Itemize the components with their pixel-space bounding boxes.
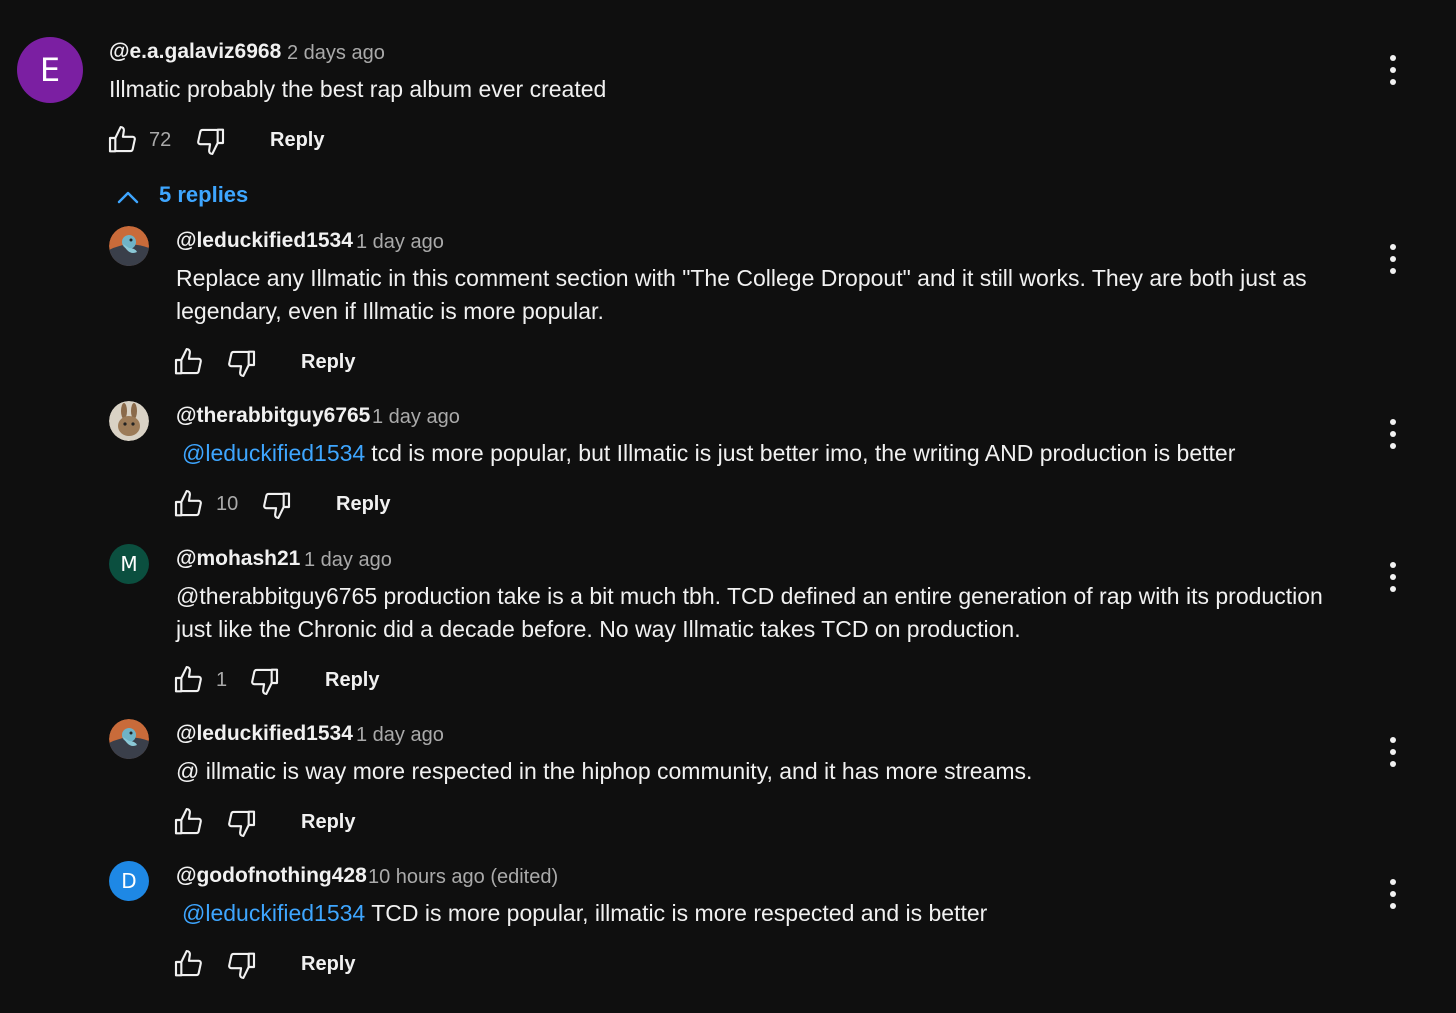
more-vert-icon[interactable] bbox=[1381, 241, 1405, 277]
comment-text: Illmatic probably the best rap album eve… bbox=[109, 76, 607, 102]
comment-text: @leduckified1534 tcd is more popular, but… bbox=[176, 437, 1356, 470]
thumb-up-icon[interactable] bbox=[172, 806, 204, 838]
duck-avatar-image bbox=[109, 719, 149, 759]
thumb-down-icon[interactable] bbox=[195, 125, 227, 157]
comment-author[interactable]: @mohash21 bbox=[176, 547, 300, 571]
more-vert-icon[interactable] bbox=[1381, 876, 1405, 912]
reply-button[interactable]: Reply bbox=[301, 811, 355, 834]
chevron-up-icon bbox=[117, 191, 139, 204]
thumb-up-icon[interactable] bbox=[172, 488, 204, 520]
mention-link[interactable]: @leduckified1534 bbox=[182, 440, 365, 466]
more-vert-icon[interactable] bbox=[1381, 734, 1405, 770]
comment-author[interactable]: @therabbitguy6765 bbox=[176, 404, 370, 428]
reply-button[interactable]: Reply bbox=[325, 669, 379, 692]
replies-toggle[interactable]: 5 replies bbox=[115, 182, 255, 212]
thumb-down-icon[interactable] bbox=[249, 665, 281, 697]
thumb-down-icon[interactable] bbox=[226, 347, 258, 379]
like-count: 10 bbox=[216, 493, 239, 515]
comment-timestamp[interactable]: 10 hours ago (edited) bbox=[368, 866, 558, 889]
avatar[interactable]: D bbox=[109, 861, 149, 901]
comment-author[interactable]: @e.a.galaviz6968 bbox=[109, 40, 281, 64]
thumb-up-icon[interactable] bbox=[172, 948, 204, 980]
thumb-up-icon[interactable] bbox=[106, 124, 138, 156]
thumb-up-icon[interactable] bbox=[172, 664, 204, 696]
more-vert-icon[interactable] bbox=[1381, 52, 1405, 88]
thumb-up-icon[interactable] bbox=[172, 346, 204, 378]
thumb-down-icon[interactable] bbox=[226, 949, 258, 981]
comment-timestamp[interactable]: 1 day ago bbox=[372, 406, 460, 429]
comment-text: @therabbitguy6765 production take is a b… bbox=[176, 583, 1323, 642]
comment-author[interactable]: @leduckified1534 bbox=[176, 722, 353, 746]
comment-timestamp[interactable]: 1 day ago bbox=[304, 549, 392, 572]
like-count: 1 bbox=[216, 669, 228, 691]
mention-link[interactable]: @leduckified1534 bbox=[182, 900, 365, 926]
comment-timestamp[interactable]: 2 days ago bbox=[287, 42, 385, 65]
reply-button[interactable]: Reply bbox=[336, 493, 390, 516]
comment-author[interactable]: @leduckified1534 bbox=[176, 229, 353, 253]
rabbit-avatar-image bbox=[109, 401, 149, 441]
reply-button[interactable]: Reply bbox=[270, 129, 324, 152]
like-count: 72 bbox=[149, 129, 172, 151]
comment-text: @leduckified1534 TCD is more popular, ill… bbox=[176, 897, 1356, 930]
duck-avatar[interactable] bbox=[109, 226, 149, 266]
more-vert-icon[interactable] bbox=[1381, 559, 1405, 595]
replies-count: 5 replies bbox=[159, 182, 249, 207]
more-vert-icon[interactable] bbox=[1381, 416, 1405, 452]
reply-button[interactable]: Reply bbox=[301, 953, 355, 976]
avatar[interactable]: M bbox=[109, 544, 149, 584]
reply-button[interactable]: Reply bbox=[301, 351, 355, 374]
thumb-down-icon[interactable] bbox=[261, 489, 293, 521]
comment-body: TCD is more popular, illmatic is more re… bbox=[371, 900, 988, 926]
avatar[interactable]: E bbox=[17, 37, 83, 103]
duck-avatar[interactable] bbox=[109, 719, 149, 759]
comment-text: @ illmatic is way more respected in the … bbox=[176, 758, 1033, 784]
thumb-down-icon[interactable] bbox=[226, 807, 258, 839]
comment-text: Replace any Illmatic in this comment sec… bbox=[176, 265, 1307, 324]
comment-timestamp[interactable]: 1 day ago bbox=[356, 724, 444, 747]
comment-author[interactable]: @godofnothing428 bbox=[176, 864, 367, 888]
rabbit-avatar[interactable] bbox=[109, 401, 149, 441]
comment-timestamp[interactable]: 1 day ago bbox=[356, 231, 444, 254]
comment-body: tcd is more popular, but Illmatic is jus… bbox=[371, 440, 1236, 466]
duck-avatar-image bbox=[109, 226, 149, 266]
